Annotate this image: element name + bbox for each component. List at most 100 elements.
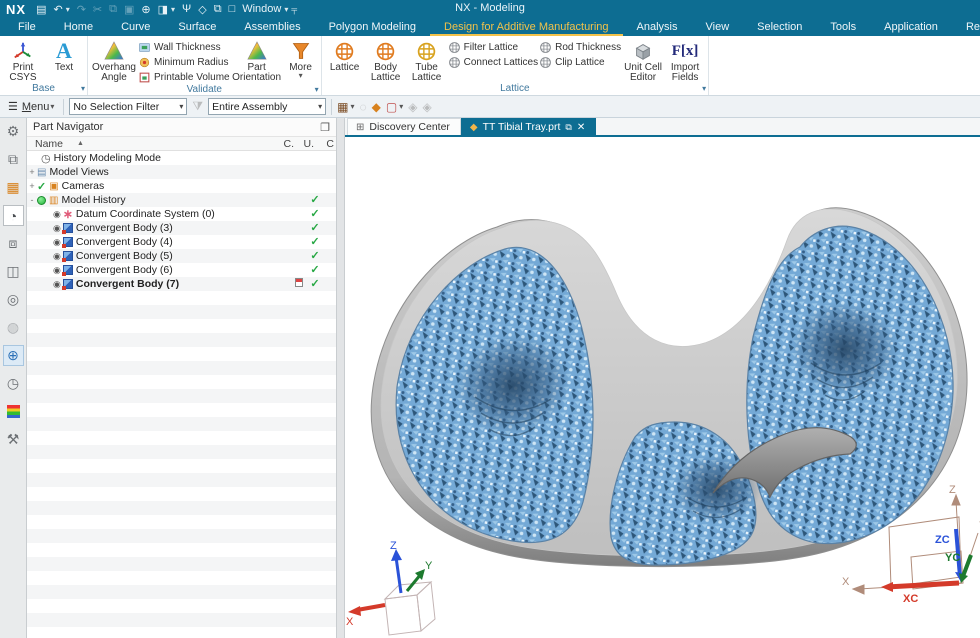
validate-more-button[interactable]: More ▾ <box>284 38 318 79</box>
tree-row-history-modeling-mode[interactable]: ◷ History Modeling Mode <box>27 151 336 165</box>
snap-point-icon[interactable]: ▦ <box>337 100 348 114</box>
group-dropdown-icon[interactable]: ▾ <box>81 84 85 93</box>
group-dropdown-icon[interactable]: ▾ <box>315 85 319 94</box>
move-face-dropdown-icon[interactable]: ▾ <box>399 102 403 111</box>
paste-icon[interactable]: ▣ <box>124 3 134 16</box>
expand-icon[interactable]: + <box>27 181 37 191</box>
printable-volume-button[interactable]: Printable Volume <box>138 70 230 84</box>
save-icon[interactable]: ▤ <box>36 3 46 16</box>
tube-lattice-button[interactable]: Tube Lattice <box>407 38 447 83</box>
tree-row-convergent-body-4[interactable]: ◉ Convergent Body (4) ✓ <box>27 235 336 249</box>
work-plane-icon[interactable]: ◆ <box>372 100 381 114</box>
tab-design-for-additive-manufacturing[interactable]: Design for Additive Manufacturing <box>430 19 622 36</box>
group-dropdown-icon[interactable]: ▾ <box>702 84 706 93</box>
tree-row-convergent-body-6[interactable]: ◉ Convergent Body (6) ✓ <box>27 263 336 277</box>
reuse-library-icon[interactable]: ⧈ <box>3 233 24 254</box>
unit-cell-editor-button[interactable]: Unit Cell Editor <box>622 38 664 83</box>
tab-application[interactable]: Application <box>870 19 952 36</box>
visual-reports-icon[interactable]: ◎ <box>3 289 24 310</box>
shaded-cube2-icon[interactable]: ◈ <box>422 100 431 114</box>
overhang-angle-button[interactable]: Overhang Angle <box>91 38 137 83</box>
print-csys-button[interactable]: Print CSYS <box>3 38 43 83</box>
part-orientation-button[interactable]: Part Orientation <box>231 38 283 83</box>
body-lattice-button[interactable]: Body Lattice <box>366 38 406 83</box>
selection-filter-icon[interactable]: ⧩ <box>192 99 203 114</box>
eye-icon[interactable]: ◉ <box>53 251 61 262</box>
tab-assemblies[interactable]: Assemblies <box>230 19 314 36</box>
history-icon[interactable]: ◷ <box>3 373 24 394</box>
tree-row-model-history[interactable]: - ▥ Model History ✓ <box>27 193 336 207</box>
eye-icon[interactable]: ◉ <box>53 265 61 276</box>
tab-tt-tibial-tray[interactable]: ◆ TT Tibial Tray.prt ⧉ ✕ <box>461 118 596 135</box>
web-browser-icon[interactable]: ⊕ <box>3 345 24 366</box>
tab-tools[interactable]: Tools <box>816 19 870 36</box>
tab-analysis[interactable]: Analysis <box>623 19 692 36</box>
window-layout-icon[interactable]: □ <box>229 3 236 15</box>
system-materials-icon[interactable] <box>3 401 24 422</box>
menu-button[interactable]: ☰ Menu ▾ <box>4 99 58 114</box>
tab-render[interactable]: Render <box>952 19 980 36</box>
eye-icon[interactable]: ◉ <box>53 209 61 220</box>
tab-selection[interactable]: Selection <box>743 19 816 36</box>
selection-scope-combo[interactable]: Entire Assembly▾ <box>208 98 326 115</box>
cut-icon[interactable]: ✂ <box>93 3 102 16</box>
command-finder-mic-icon[interactable]: Ψ <box>182 3 191 15</box>
tab-discovery-center[interactable]: ⊞ Discovery Center <box>347 118 461 135</box>
tab-home[interactable]: Home <box>50 19 107 36</box>
window-copy-icon[interactable]: ⧉ <box>214 3 222 16</box>
roles-customization-icon[interactable]: ⚒ <box>3 429 24 450</box>
move-face-icon[interactable]: ▢ <box>386 100 397 114</box>
undo-icon[interactable]: ↶ <box>53 3 62 16</box>
tab-surface[interactable]: Surface <box>164 19 230 36</box>
tibial-tray-model[interactable]: Z Y X <box>345 137 980 636</box>
eye-icon[interactable]: ◉ <box>53 237 61 248</box>
clip-lattice-button[interactable]: Clip Lattice <box>539 55 621 69</box>
connect-lattices-button[interactable]: Connect Lattices <box>448 55 539 69</box>
minimize-ribbon-icon[interactable]: ╤ <box>291 5 297 14</box>
tab-file[interactable]: File <box>4 19 50 36</box>
tree-column-headers[interactable]: Name ▲ C. U. C <box>27 136 336 151</box>
text-button[interactable]: A Text <box>44 38 84 73</box>
show-hide-icon[interactable]: ◇ <box>198 3 206 16</box>
part-navigator-icon[interactable]: ◔ <box>3 205 24 226</box>
tree-row-datum-csys[interactable]: ◉ ∗ Datum Coordinate System (0) ✓ <box>27 207 336 221</box>
settings-gear-icon[interactable]: ⚙ <box>3 121 24 142</box>
tree-row-convergent-body-7[interactable]: ◉ Convergent Body (7) ✓ <box>27 277 336 291</box>
eye-icon[interactable]: ◉ <box>53 223 61 234</box>
rod-thickness-button[interactable]: Rod Thickness <box>539 40 621 54</box>
window-menu-dropdown-icon[interactable]: ▾ <box>284 5 288 14</box>
shaded-cube-icon[interactable]: ◈ <box>408 100 417 114</box>
filter-lattice-button[interactable]: Filter Lattice <box>448 40 539 54</box>
tab-polygon-modeling[interactable]: Polygon Modeling <box>315 19 430 36</box>
window-menu[interactable]: Window <box>242 3 281 15</box>
move-object-icon[interactable]: ⊕ <box>141 3 150 16</box>
assembly-navigator-icon[interactable]: ⧉ <box>3 149 24 170</box>
lattice-button[interactable]: Lattice <box>325 38 365 73</box>
copy-icon[interactable]: ⧉ <box>109 3 117 16</box>
snap-point-dropdown-icon[interactable]: ▾ <box>350 102 354 111</box>
import-fields-button[interactable]: F[x] Import Fields <box>665 38 705 83</box>
selection-tool-icon[interactable]: ◌ <box>360 100 367 114</box>
model-canvas[interactable]: Z Y X <box>345 137 980 638</box>
hd3d-tools-icon[interactable]: ◫ <box>3 261 24 282</box>
close-tab-icon[interactable]: ✕ <box>577 122 585 133</box>
redo-icon[interactable]: ↷ <box>77 3 86 16</box>
eye-icon[interactable]: ◉ <box>53 279 61 290</box>
selection-filter-combo[interactable]: No Selection Filter▾ <box>69 98 187 115</box>
tab-view[interactable]: View <box>692 19 744 36</box>
touch-mode-dropdown-icon[interactable]: ▾ <box>171 5 175 14</box>
tab-curve[interactable]: Curve <box>107 19 164 36</box>
constraint-navigator-icon[interactable]: ▦ <box>3 177 24 198</box>
internet-icon[interactable]: ◍ <box>3 317 24 338</box>
collapse-icon[interactable]: - <box>27 195 37 205</box>
expand-icon[interactable]: + <box>27 167 37 177</box>
undo-dropdown-icon[interactable]: ▾ <box>66 5 70 14</box>
tree-row-convergent-body-3[interactable]: ◉ Convergent Body (3) ✓ <box>27 221 336 235</box>
touch-mode-icon[interactable]: ◨ <box>158 3 168 16</box>
panel-splitter[interactable] <box>337 118 345 638</box>
wall-thickness-button[interactable]: Wall Thickness <box>138 40 230 54</box>
undock-panel-icon[interactable]: ❐ <box>320 121 330 134</box>
tree-row-cameras[interactable]: + ✓ ▣ Cameras <box>27 179 336 193</box>
tree-row-convergent-body-5[interactable]: ◉ Convergent Body (5) ✓ <box>27 249 336 263</box>
minimum-radius-button[interactable]: Minimum Radius <box>138 55 230 69</box>
